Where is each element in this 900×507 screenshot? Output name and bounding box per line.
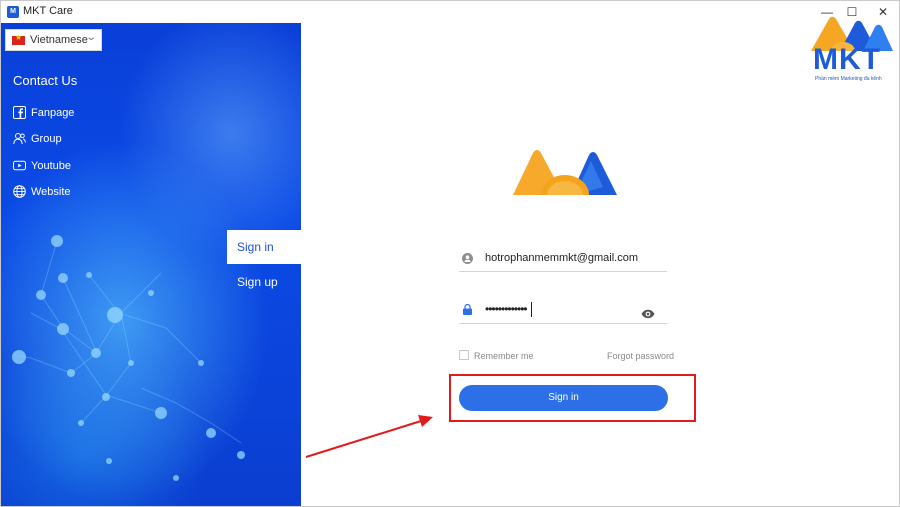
chevron-down-icon: ⌄ xyxy=(84,32,97,43)
fanpage-label: Fanpage xyxy=(31,107,75,119)
vietnam-flag-icon xyxy=(12,33,25,45)
globe-icon xyxy=(13,185,26,198)
facebook-icon xyxy=(13,106,26,119)
contact-item-youtube[interactable]: Youtube xyxy=(13,158,133,176)
network-decoration xyxy=(12,235,245,481)
forgot-password-link[interactable]: Forgot password xyxy=(607,351,674,361)
contact-item-group[interactable]: Group xyxy=(13,131,133,149)
brand-tagline: Phần mềm Marketing đa kênh xyxy=(815,76,882,82)
lock-icon xyxy=(463,304,472,315)
remember-me-checkbox[interactable] xyxy=(459,350,469,360)
contact-title: Contact Us xyxy=(13,73,78,88)
group-icon xyxy=(13,133,26,145)
language-select[interactable]: Vietnamese ⌄ xyxy=(5,29,102,51)
brand-name: MKT xyxy=(813,43,881,76)
contact-item-website[interactable]: Website xyxy=(13,184,133,202)
title-bar: M MKT Care — ☐ ✕ xyxy=(1,1,899,23)
password-value: ••••••••••••• xyxy=(485,302,528,316)
center-logo-icon xyxy=(513,150,617,195)
group-label: Group xyxy=(31,133,62,145)
website-label: Website xyxy=(31,186,71,198)
app-logo-icon: M xyxy=(7,6,19,18)
language-label: Vietnamese xyxy=(30,34,88,46)
tab-signup[interactable]: Sign up xyxy=(227,267,301,297)
email-value: hotrophanmemmkt@gmail.com xyxy=(485,252,638,264)
window-title: MKT Care xyxy=(23,5,73,17)
highlight-annotation-box xyxy=(449,374,696,422)
email-field[interactable]: hotrophanmemmkt@gmail.com xyxy=(459,247,667,272)
text-caret xyxy=(531,302,532,317)
tab-signup-label: Sign up xyxy=(237,275,278,289)
youtube-icon xyxy=(13,160,26,171)
contact-panel: Vietnamese ⌄ Contact Us Fanpage Group xyxy=(1,23,301,506)
remember-me-label: Remember me xyxy=(474,351,534,361)
youtube-label: Youtube xyxy=(31,160,71,172)
show-password-eye-icon[interactable] xyxy=(641,309,655,319)
app-window: M MKT Care — ☐ ✕ ★ Vietnamese ⌄ Contact … xyxy=(0,0,900,507)
password-field[interactable]: ••••••••••••• xyxy=(459,298,667,324)
tab-signin[interactable]: Sign in xyxy=(227,230,301,264)
contact-item-fanpage[interactable]: Fanpage xyxy=(13,105,133,123)
user-icon xyxy=(462,253,473,264)
tab-signin-label: Sign in xyxy=(237,240,274,254)
